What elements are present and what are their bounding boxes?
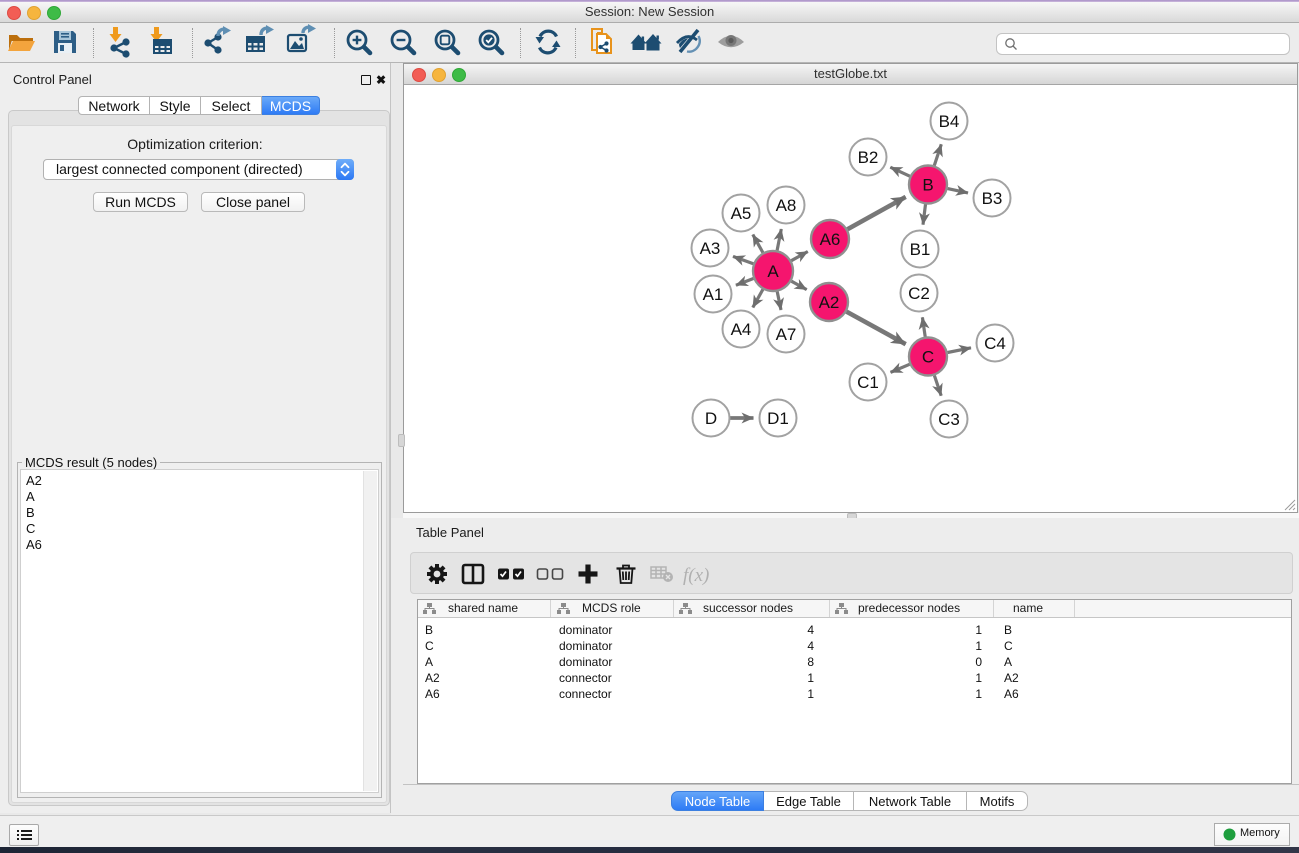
svg-text:B1: B1: [910, 240, 931, 259]
svg-text:A3: A3: [700, 239, 721, 258]
svg-text:MCDS role: MCDS role: [582, 601, 641, 615]
svg-text:name: name: [1013, 601, 1043, 615]
svg-text:A4: A4: [731, 320, 752, 339]
svg-text:C3: C3: [938, 410, 960, 429]
svg-text:A5: A5: [731, 204, 752, 223]
svg-text:A: A: [767, 262, 779, 281]
svg-text:C: C: [922, 348, 934, 367]
svg-text:B2: B2: [858, 148, 879, 167]
svg-text:B3: B3: [982, 189, 1003, 208]
svg-text:f(x): f(x): [683, 565, 709, 586]
svg-text:A8: A8: [776, 196, 797, 215]
svg-text:C2: C2: [908, 284, 930, 303]
svg-text:A2: A2: [819, 293, 840, 312]
svg-text:C4: C4: [984, 334, 1006, 353]
svg-text:A7: A7: [776, 325, 797, 344]
svg-text:successor nodes: successor nodes: [703, 601, 793, 615]
svg-text:predecessor nodes: predecessor nodes: [858, 601, 960, 615]
svg-text:D1: D1: [767, 409, 789, 428]
svg-text:B4: B4: [939, 112, 960, 131]
svg-text:D: D: [705, 409, 717, 428]
svg-text:shared name: shared name: [448, 601, 518, 615]
svg-text:A6: A6: [820, 230, 841, 249]
svg-text:A1: A1: [703, 285, 724, 304]
svg-text:C1: C1: [857, 373, 879, 392]
svg-text:B: B: [922, 176, 933, 195]
